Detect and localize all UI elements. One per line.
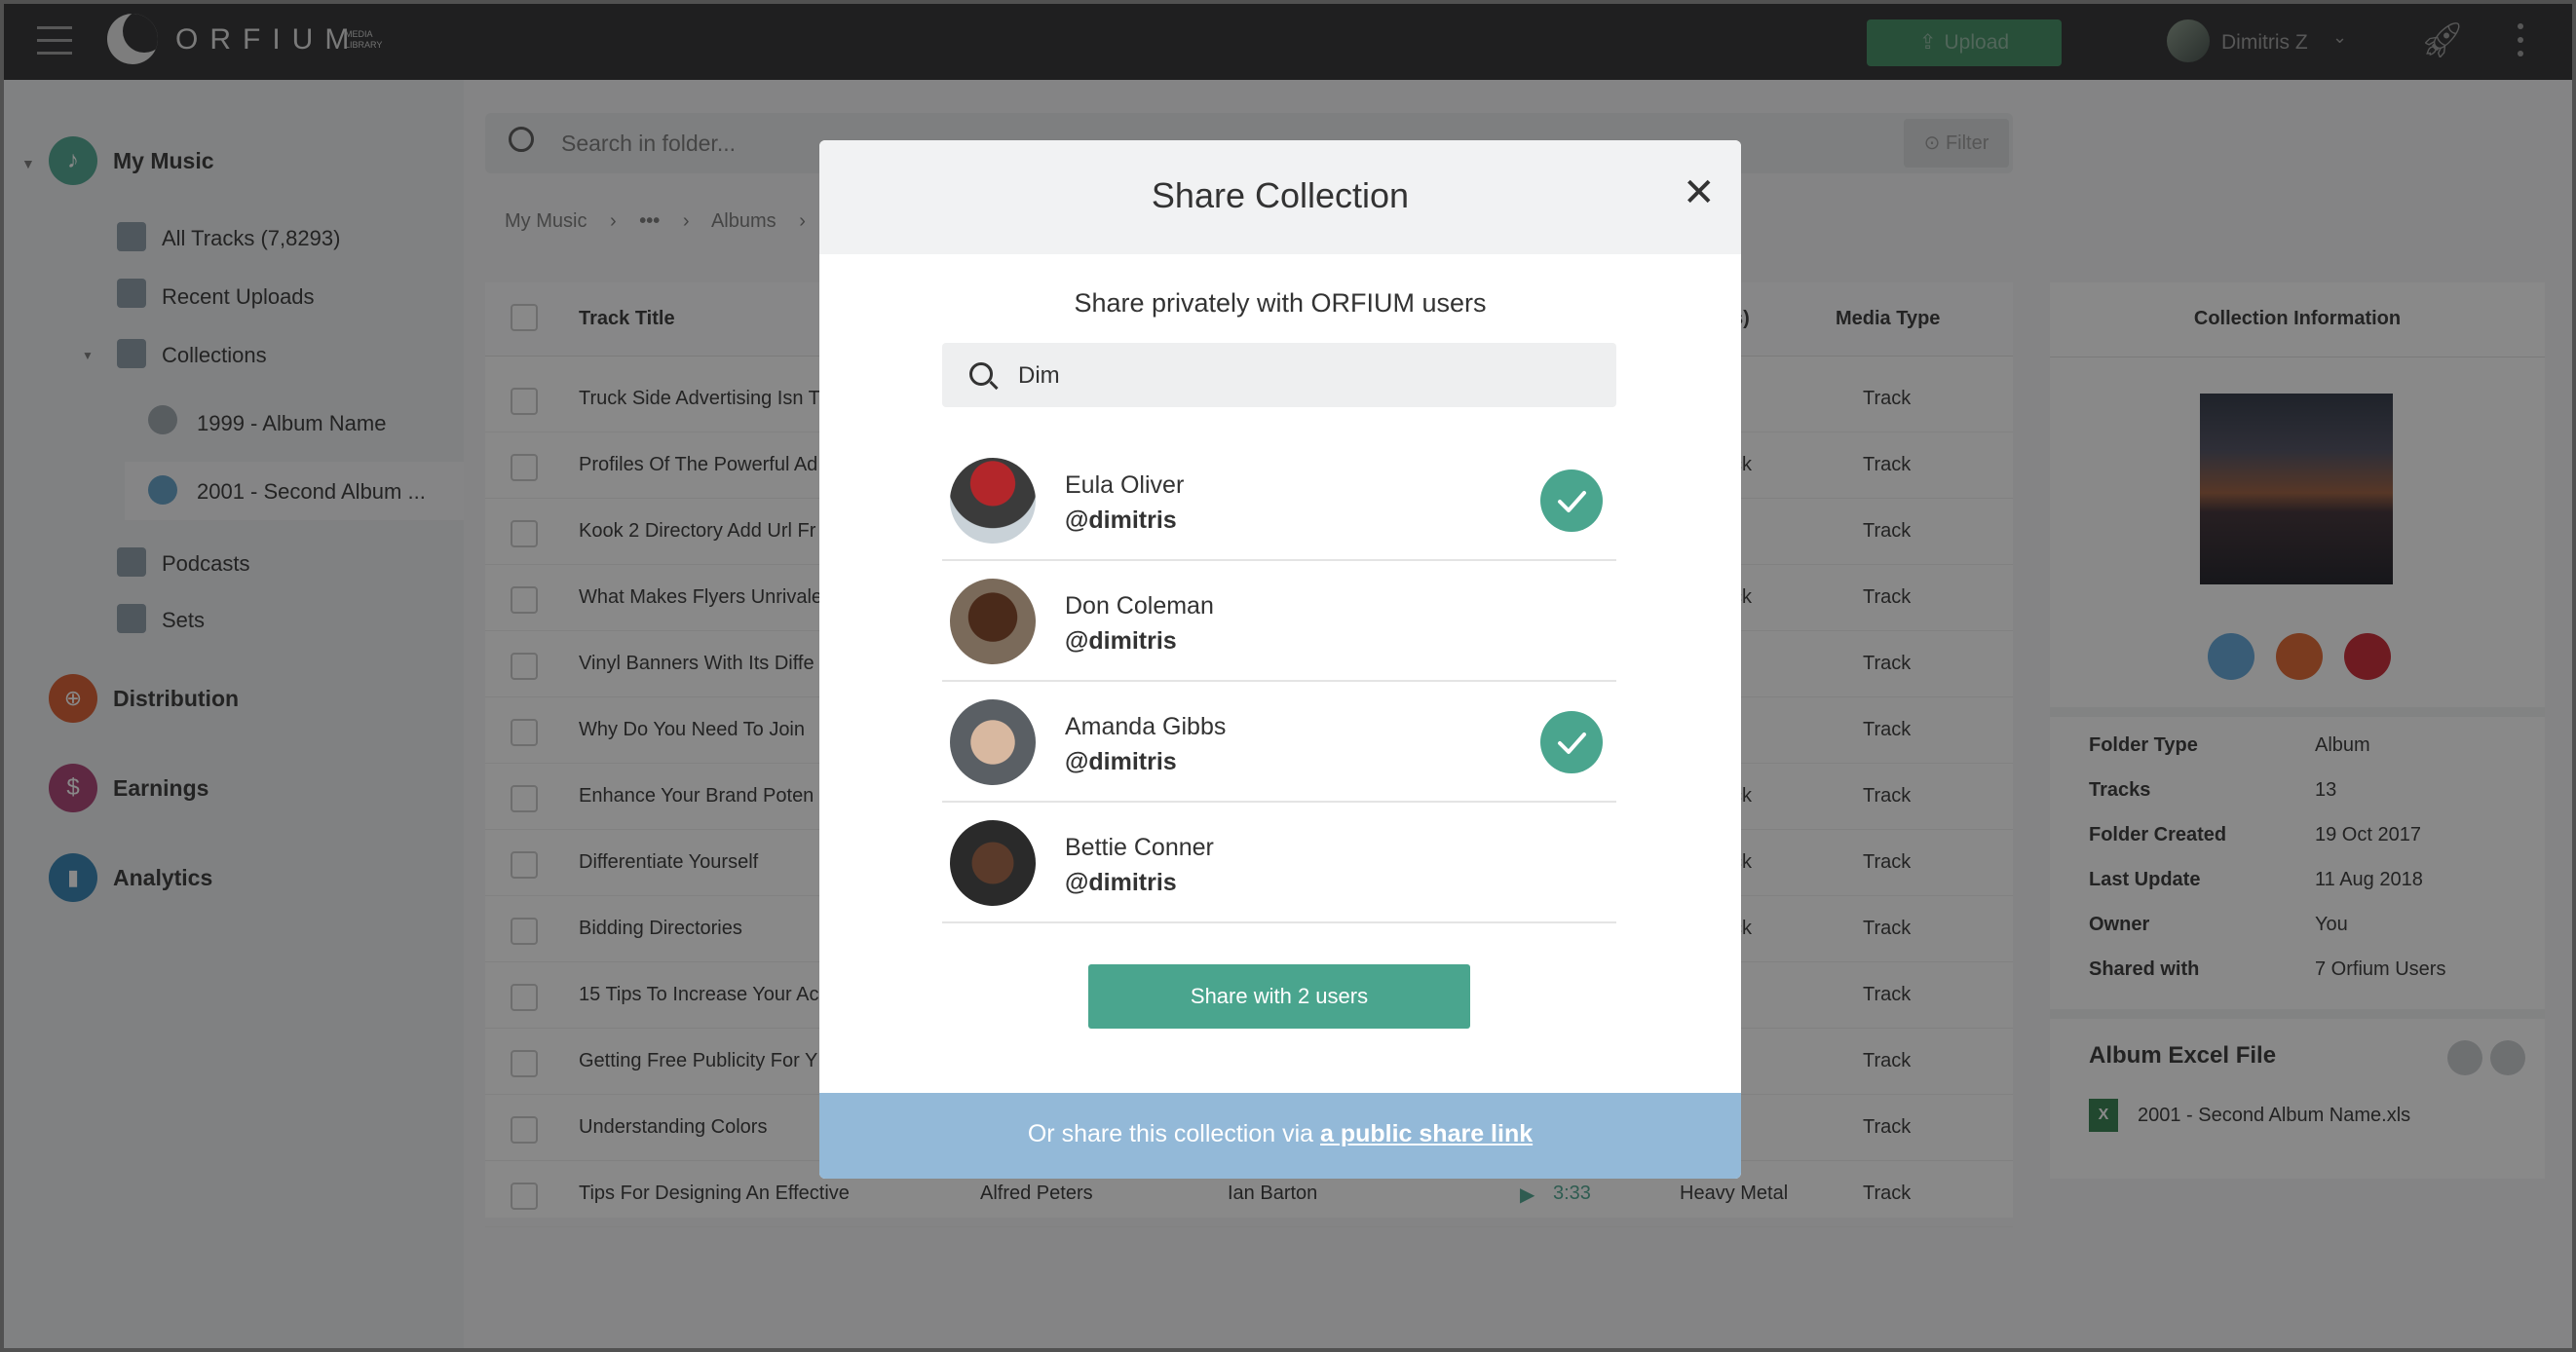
avatar xyxy=(950,579,1036,664)
avatar xyxy=(950,820,1036,906)
share-collection-modal: Share Collection ✕ Share privately with … xyxy=(819,140,1741,1179)
share-button[interactable]: Share with 2 users xyxy=(1088,964,1470,1029)
modal-title: Share Collection xyxy=(1151,175,1410,215)
user-name: Amanda Gibbs xyxy=(1065,713,1227,740)
modal-header: Share Collection ✕ xyxy=(819,140,1741,254)
avatar xyxy=(950,699,1036,785)
user-search-field[interactable]: Dim xyxy=(942,343,1616,407)
footer-text: Or share this collection via a public sh… xyxy=(819,1120,1741,1148)
user-handle: @dimitris xyxy=(1065,627,1177,655)
modal-subtitle: Share privately with ORFIUM users xyxy=(1074,288,1487,318)
user-list-item[interactable]: Amanda Gibbs @dimitris xyxy=(942,682,1616,803)
avatar xyxy=(950,458,1036,544)
user-name: Don Coleman xyxy=(1065,592,1214,620)
user-list-item[interactable]: Don Coleman @dimitris xyxy=(942,561,1616,682)
user-handle: @dimitris xyxy=(1065,748,1177,775)
user-handle: @dimitris xyxy=(1065,869,1177,896)
user-search-input[interactable]: Dim xyxy=(1018,362,1060,390)
user-name: Bettie Conner xyxy=(1065,834,1214,861)
public-share-link[interactable]: a public share link xyxy=(1320,1120,1533,1147)
search-icon-handle xyxy=(989,380,999,391)
user-list-item[interactable]: Bettie Conner @dimitris xyxy=(942,803,1616,923)
user-list-item[interactable]: Eula Oliver @dimitris xyxy=(942,440,1616,561)
user-name: Eula Oliver xyxy=(1065,471,1185,499)
close-icon[interactable]: ✕ xyxy=(1683,173,1716,212)
footer-prefix: Or share this collection via xyxy=(1027,1120,1314,1147)
checkmark-icon[interactable] xyxy=(1540,711,1603,773)
user-handle: @dimitris xyxy=(1065,507,1177,534)
checkmark-icon[interactable] xyxy=(1540,469,1603,532)
modal-footer: Or share this collection via a public sh… xyxy=(819,1093,1741,1179)
